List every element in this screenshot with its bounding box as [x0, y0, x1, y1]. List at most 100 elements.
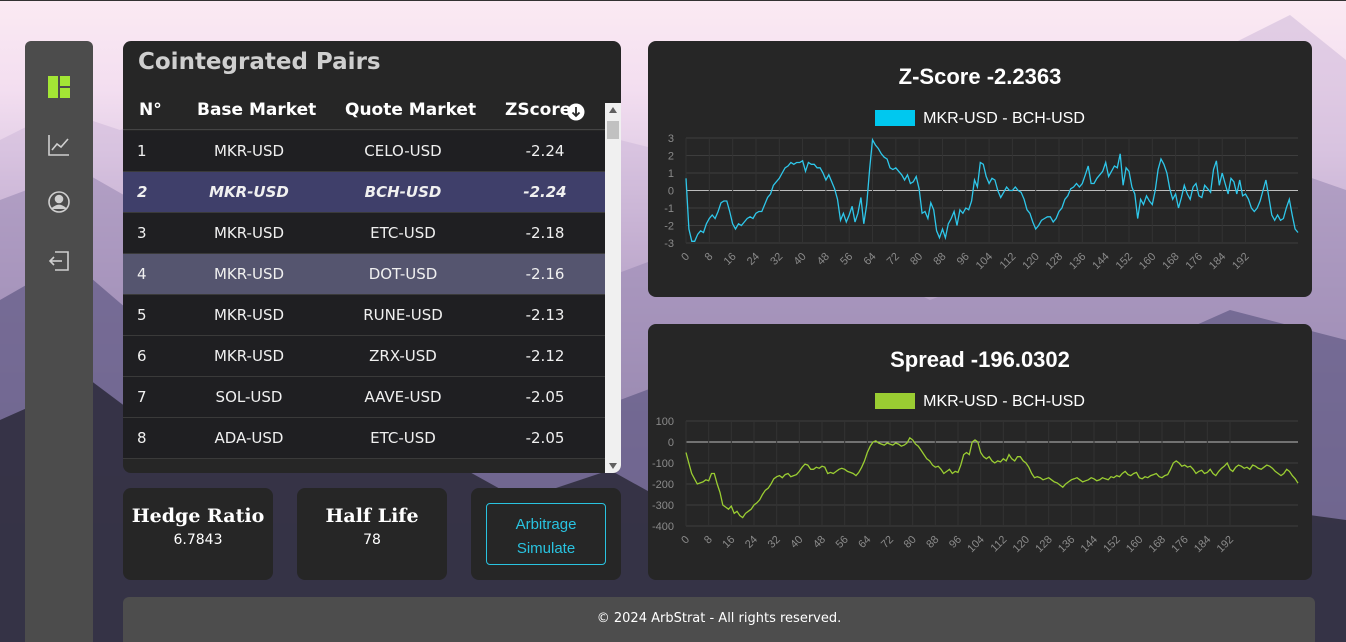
row-number: 8 — [137, 429, 147, 447]
x-tick-label: 144 — [1079, 534, 1100, 555]
x-tick-label: 8 — [703, 251, 716, 264]
y-tick-label: 2 — [668, 151, 674, 163]
half-life-label: Half Life — [325, 505, 419, 527]
table-row[interactable]: 7 SOL-USD AAVE-USD -2.05 — [123, 377, 605, 418]
table-row[interactable]: 6 MKR-USD ZRX-USD -2.12 — [123, 336, 605, 377]
x-tick-label: 160 — [1137, 251, 1158, 272]
scroll-up-arrow-icon[interactable] — [609, 107, 617, 113]
y-tick-label: -100 — [652, 458, 674, 470]
y-tick-label: -1 — [664, 203, 674, 215]
y-tick-label: -400 — [652, 521, 674, 533]
x-tick-label: 24 — [745, 251, 762, 268]
header-base-market[interactable]: Base Market — [197, 100, 316, 120]
row-zscore: -2.13 — [525, 306, 565, 324]
x-tick-label: 64 — [861, 251, 878, 268]
simulate-card: Arbitrage Simulate — [471, 488, 621, 580]
sort-desc-icon[interactable] — [567, 103, 585, 121]
series-line — [685, 436, 1299, 519]
scroll-thumb[interactable] — [607, 121, 619, 139]
x-tick-label: 0 — [679, 251, 692, 264]
table-row[interactable]: 3 MKR-USD ETC-USD -2.18 — [123, 213, 605, 254]
sidebar — [25, 41, 93, 642]
y-tick-label: 1 — [668, 168, 674, 180]
x-tick-label: 16 — [720, 534, 737, 551]
y-tick-label: -2 — [664, 221, 674, 233]
x-tick-label: 112 — [989, 534, 1010, 555]
x-tick-label: 64 — [856, 534, 873, 551]
table-row[interactable]: 1 MKR-USD CELO-USD -2.24 — [123, 131, 605, 172]
spread-chart: -400-300-200-10001000 8 16 24 32 40 48 56 64 72 80… — [652, 416, 1299, 555]
zscore-chart: -3-2-101230 8 16 24 32 40 48 56 64 72 80 88 96 104 112… — [664, 133, 1299, 272]
header-zscore[interactable]: ZScore — [505, 100, 571, 120]
x-tick-label: 40 — [792, 251, 809, 268]
x-tick-label: 136 — [1067, 251, 1088, 272]
x-tick-label: 112 — [998, 251, 1019, 272]
header-number: N° — [139, 100, 162, 120]
user-icon[interactable] — [47, 190, 71, 214]
footer: © 2024 ArbStrat - All rights reserved. — [123, 597, 1315, 642]
x-tick-label: 72 — [879, 534, 896, 551]
table-row[interactable]: 2 MKR-USD BCH-USD -2.24 — [123, 172, 605, 213]
x-tick-label: 152 — [1101, 534, 1122, 555]
x-tick-label: 144 — [1090, 251, 1111, 272]
row-base-market: ADA-USD — [214, 429, 284, 447]
simulate-label-line2: Simulate — [516, 540, 576, 557]
chart-line-icon[interactable] — [47, 133, 71, 157]
row-zscore: -2.05 — [525, 388, 565, 406]
row-base-market: MKR-USD — [213, 265, 285, 283]
x-tick-label: 184 — [1207, 251, 1228, 272]
x-tick-label: 72 — [885, 251, 902, 268]
y-tick-label: -3 — [664, 238, 674, 250]
x-tick-label: 16 — [722, 251, 739, 268]
row-number: 5 — [137, 306, 147, 324]
row-zscore: -2.12 — [525, 347, 565, 365]
arbitrage-simulate-button[interactable]: Arbitrage Simulate — [486, 503, 606, 565]
row-zscore: -2.05 — [525, 429, 565, 447]
row-quote-market: ETC-USD — [370, 429, 436, 447]
row-number: 4 — [137, 265, 147, 283]
simulate-label-line1: Arbitrage — [515, 516, 577, 533]
scroll-down-arrow-icon[interactable] — [609, 463, 617, 469]
row-number: 7 — [137, 388, 147, 406]
x-tick-label: 128 — [1033, 534, 1054, 555]
table-row[interactable]: 5 MKR-USD RUNE-USD -2.13 — [123, 295, 605, 336]
x-tick-label: 120 — [1020, 251, 1041, 272]
x-tick-label: 176 — [1184, 251, 1205, 272]
row-number: 6 — [137, 347, 147, 365]
x-tick-label: 24 — [743, 534, 760, 551]
row-base-market: SOL-USD — [215, 388, 283, 406]
table-row[interactable]: 4 MKR-USD DOT-USD -2.16 — [123, 254, 605, 295]
row-base-market: MKR-USD — [213, 306, 285, 324]
row-number: 3 — [137, 224, 147, 242]
x-tick-label: 56 — [838, 251, 855, 268]
spread-chart-panel: Spread -196.0302 MKR-USD - BCH-USD -400-… — [648, 324, 1312, 580]
header-quote-market[interactable]: Quote Market — [345, 100, 476, 120]
y-tick-label: 0 — [668, 186, 674, 198]
y-tick-label: -300 — [652, 500, 674, 512]
x-tick-label: 48 — [811, 534, 828, 551]
row-base-market: MKR-USD — [209, 183, 289, 201]
header-divider — [123, 129, 605, 130]
footer-copyright: © 2024 ArbStrat - All rights reserved. — [596, 611, 842, 626]
x-tick-label: 128 — [1044, 251, 1065, 272]
x-tick-label: 80 — [908, 251, 925, 268]
row-quote-market: CELO-USD — [364, 142, 442, 160]
panel-title: Cointegrated Pairs — [138, 49, 381, 75]
dashboard-icon[interactable] — [47, 75, 71, 99]
x-tick-label: 32 — [766, 534, 783, 551]
x-tick-label: 184 — [1192, 534, 1213, 555]
x-tick-label: 176 — [1169, 534, 1190, 555]
row-quote-market: DOT-USD — [368, 265, 438, 283]
x-tick-label: 0 — [679, 534, 692, 547]
x-tick-label: 120 — [1011, 534, 1032, 555]
row-zscore: -2.18 — [525, 224, 565, 242]
x-tick-label: 88 — [924, 534, 941, 551]
x-tick-label: 152 — [1114, 251, 1135, 272]
table-scrollbar[interactable] — [605, 103, 621, 473]
logout-icon[interactable] — [47, 249, 71, 273]
table-row[interactable]: 8 ADA-USD ETC-USD -2.05 — [123, 418, 605, 459]
x-tick-label: 8 — [702, 534, 715, 547]
y-tick-label: 0 — [668, 437, 674, 449]
row-quote-market: ETC-USD — [370, 224, 436, 242]
x-tick-label: 80 — [902, 534, 919, 551]
